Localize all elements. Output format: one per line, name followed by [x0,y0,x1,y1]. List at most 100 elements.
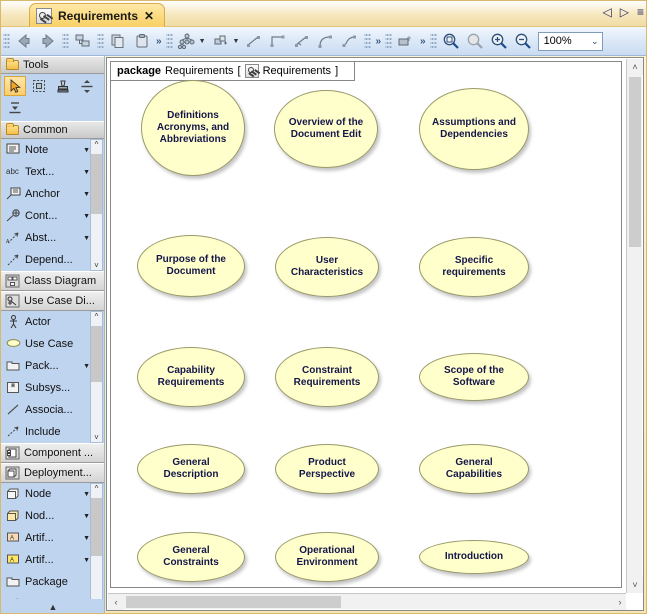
paste-icon[interactable] [130,30,154,53]
zoom-in-icon[interactable] [487,30,511,53]
use-case-node[interactable]: User Characteristics [275,237,379,297]
use-case-scrollbar[interactable]: ^ ˅ [90,311,103,443]
palette-section-deployment-diagram[interactable]: Deployment... [1,463,104,483]
palette-item-anchor[interactable]: Anchor ▼ [1,183,104,205]
tab-next-icon[interactable]: ▷ [620,5,629,19]
palette-section-tools[interactable]: Tools [1,56,104,74]
toolbar-grip-2[interactable] [62,32,69,50]
scroll-up-icon[interactable]: ^ [95,312,99,321]
palette-item-artifact[interactable]: A Artif... ▼ [1,527,104,549]
package-frame-label: package Requirements [ Requirements ] [111,62,355,81]
scroll-down-icon[interactable]: ˅ [94,433,99,442]
palette-item-association[interactable]: Associa... [1,399,104,421]
palette-item-abstraction[interactable]: A Abst... ▼ [1,227,104,249]
palette-item-note[interactable]: Note ▼ [1,139,104,161]
scroll-thumb[interactable] [91,154,102,214]
direct-line-icon[interactable] [242,30,266,53]
canvas-horizontal-scrollbar[interactable]: ‹ › [108,593,628,609]
orthogonal-line-icon[interactable] [266,30,290,53]
scroll-down-icon[interactable]: ˅ [94,261,99,270]
align-bottom-tool[interactable] [4,98,26,118]
stamp-tool[interactable] [52,76,74,96]
palette-section-use-case-diagram[interactable]: Use Case Di... [1,291,104,311]
align-icon[interactable] [209,30,233,53]
tree-layout-caret-icon[interactable]: ▼ [199,38,209,45]
copy-icon[interactable] [106,30,130,53]
tab-list-icon[interactable]: ≡ [637,5,644,19]
use-case-node[interactable]: Specific requirements [419,237,529,297]
use-case-node[interactable]: Scope of the Software [419,353,529,401]
palette-item-actor[interactable]: Actor [1,311,104,333]
toolbar-overflow-1[interactable]: » [154,36,164,47]
use-case-node[interactable]: Assumptions and Dependencies [419,88,529,170]
tree-line-icon[interactable] [290,30,314,53]
scroll-up-icon[interactable]: ˄ [627,59,643,75]
palette-section-class-diagram[interactable]: Class Diagram [1,271,104,291]
tree-layout-icon[interactable] [175,30,199,53]
toolbar-grip-6[interactable] [385,32,392,50]
use-case-node[interactable]: General Constraints [137,532,245,582]
zoom-level-combobox[interactable]: 100% ⌄ [538,32,603,51]
palette-collapse-button[interactable]: ▲ [1,599,105,614]
deployment-scrollbar[interactable]: ^ ˅ [90,483,103,614]
scroll-up-icon[interactable]: ^ [95,140,99,149]
curved-line-icon[interactable] [314,30,338,53]
use-case-node[interactable]: Overview of the Document Edit [274,90,378,168]
structure-icon[interactable] [71,30,95,53]
palette-section-common[interactable]: Common [1,121,104,139]
scroll-thumb[interactable] [91,498,102,556]
align-caret-icon[interactable]: ▼ [233,38,243,45]
toolbar-grip-5[interactable] [364,32,371,50]
use-case-node[interactable]: General Capabilities [419,444,529,494]
palette-item-subsystem[interactable]: Subsys... [1,377,104,399]
toolbar-grip[interactable] [3,32,10,50]
tab-requirements[interactable]: Requirements ✕ [29,3,165,27]
zoom-page-icon[interactable] [463,30,487,53]
scroll-left-icon[interactable]: ‹ [108,594,124,610]
select-tool[interactable] [4,76,26,96]
palette-item-node[interactable]: Node ▼ [1,483,104,505]
chevron-down-icon[interactable]: ⌄ [591,36,599,47]
use-case-node[interactable]: Operational Environment [275,532,379,582]
toolbar-grip-4[interactable] [166,32,173,50]
scroll-down-icon[interactable]: ˅ [627,577,643,593]
close-icon[interactable]: ✕ [144,9,154,23]
use-case-node[interactable]: Definitions Acronyms, and Abbreviations [141,80,245,176]
toolbar-overflow-2[interactable]: » [373,36,383,47]
palette-item-artifact-instance[interactable]: A Artif... ▼ [1,549,104,571]
bezier-line-icon[interactable] [338,30,362,53]
horizontal-scroll-thumb[interactable] [126,596,341,608]
palette-item-package-deploy[interactable]: Package [1,571,104,593]
zoom-fit-icon[interactable] [439,30,463,53]
diagram-canvas[interactable]: package Requirements [ Requirements ] De… [106,57,644,611]
palette-item-containment[interactable]: Cont... ▼ [1,205,104,227]
palette-item-package[interactable]: Pack... ▼ [1,355,104,377]
palette-item-dependency[interactable]: Depend... [1,249,104,271]
palette-item-node-instance[interactable]: Nod... ▼ [1,505,104,527]
scroll-thumb[interactable] [91,326,102,382]
toolbar-grip-3[interactable] [97,32,104,50]
back-arrow-icon[interactable] [12,30,36,53]
palette-item-use-case[interactable]: Use Case [1,333,104,355]
use-case-node[interactable]: Product Perspective [275,444,379,494]
zoom-out-icon[interactable] [511,30,535,53]
shape-icon[interactable] [394,30,418,53]
distribute-vertical-tool[interactable] [76,76,98,96]
toolbar-overflow-3[interactable]: » [418,36,428,47]
tab-prev-icon[interactable]: ◁ [603,5,612,19]
scroll-up-icon[interactable]: ^ [95,484,99,493]
use-case-node[interactable]: Purpose of the Document [137,235,245,297]
use-case-node[interactable]: Introduction [419,540,529,574]
use-case-node[interactable]: General Description [137,444,245,494]
vertical-scroll-thumb[interactable] [629,77,641,247]
palette-item-include[interactable]: Include [1,421,104,443]
toolbar-grip-7[interactable] [430,32,437,50]
palette-item-text[interactable]: abc Text... ▼ [1,161,104,183]
canvas-vertical-scrollbar[interactable]: ˄ ˅ [626,59,642,593]
forward-arrow-icon[interactable] [36,30,60,53]
use-case-node[interactable]: Constraint Requirements [275,347,379,407]
common-scrollbar[interactable]: ^ ˅ [90,139,103,271]
use-case-node[interactable]: Capability Requirements [137,347,245,407]
palette-section-component-diagram[interactable]: Component ... [1,443,104,463]
marquee-tool[interactable] [28,76,50,96]
